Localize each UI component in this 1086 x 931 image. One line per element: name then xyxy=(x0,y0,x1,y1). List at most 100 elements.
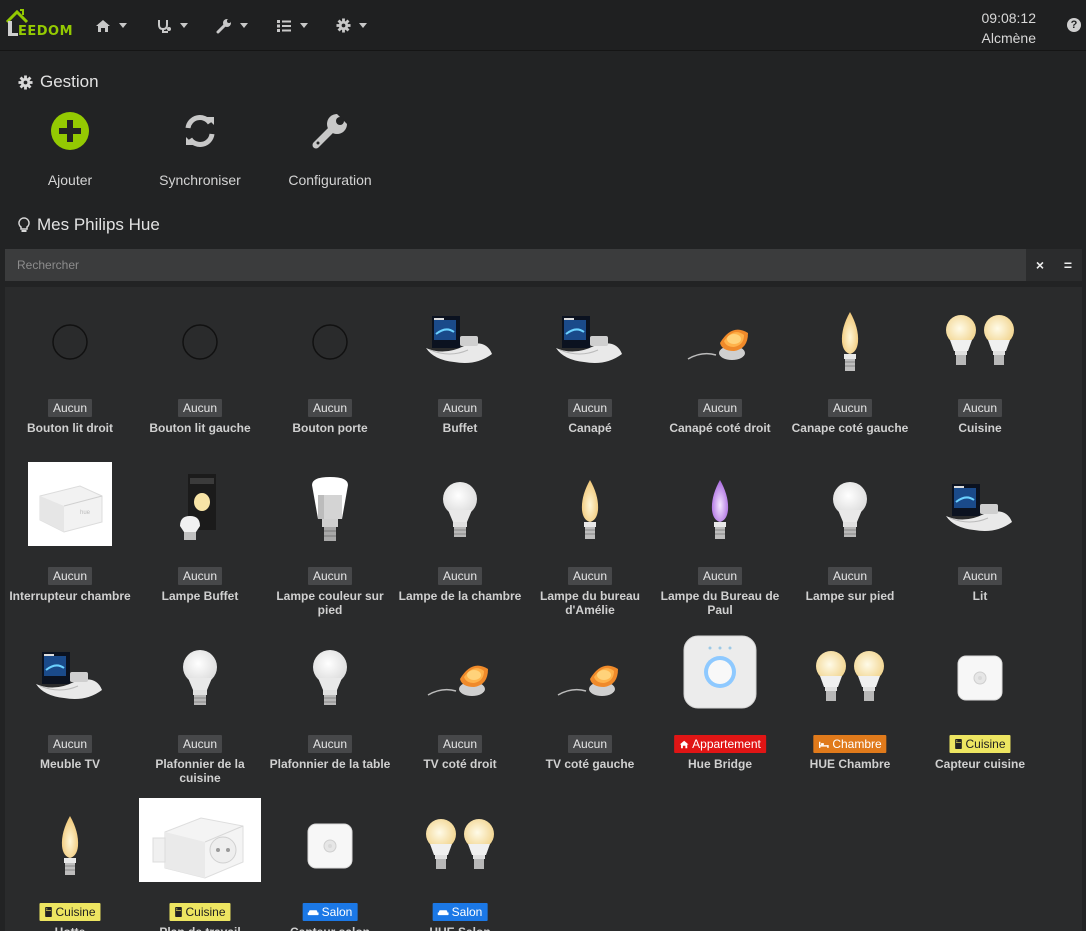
equipment-name: Capteur cuisine xyxy=(934,757,1026,771)
room-badge-label: Aucun xyxy=(702,569,738,583)
bed-icon xyxy=(818,736,829,754)
menu-settings[interactable] xyxy=(336,0,367,51)
equipment-name: Hue Bridge xyxy=(687,757,752,771)
equipment-name: Bouton lit droit xyxy=(27,421,113,435)
refresh-icon xyxy=(185,115,215,147)
configuration-label: Configuration xyxy=(288,172,372,188)
equipment-name: Bouton porte xyxy=(292,421,368,435)
equipment-name: Lampe de la chambre xyxy=(398,589,522,603)
room-badge-label: Aucun xyxy=(572,737,608,751)
room-badge: Aucun xyxy=(957,567,1003,585)
lightstrip-box-icon xyxy=(915,465,1045,555)
room-badge: Aucun xyxy=(567,735,613,753)
white-bulb-icon xyxy=(395,465,525,555)
user-name[interactable]: Alcmène xyxy=(982,28,1036,48)
wrench-icon xyxy=(216,18,231,33)
equipment-name: Lampe du bureau d'Amélie xyxy=(539,589,640,617)
room-badge: Aucun xyxy=(827,399,873,417)
brand-text: EEDOM xyxy=(18,24,74,39)
room-badge: Appartement xyxy=(674,735,766,753)
room-badge-label: Aucun xyxy=(442,737,478,751)
fridge-icon xyxy=(174,904,182,922)
motion-sensor-icon xyxy=(915,633,1045,723)
help-icon[interactable]: ? xyxy=(1067,18,1081,32)
sync-button[interactable]: Synchroniser xyxy=(140,106,260,192)
clear-search-button[interactable]: × xyxy=(1026,249,1054,281)
toggle-view-button[interactable]: = xyxy=(1054,249,1082,281)
smart-plug-icon xyxy=(135,795,265,885)
fridge-icon xyxy=(44,904,52,922)
room-badge: Aucun xyxy=(827,567,873,585)
room-badge: Chambre xyxy=(813,735,887,754)
equipment-name: Buffet xyxy=(442,421,478,435)
room-badge: Aucun xyxy=(437,399,483,417)
clock-time: 09:08:12 xyxy=(981,10,1037,26)
equipment-name: HUE Chambre xyxy=(809,757,891,771)
room-badge: Aucun xyxy=(567,567,613,585)
lightstrip-box-icon xyxy=(395,297,525,387)
room-badge-label: Aucun xyxy=(962,401,998,415)
room-badge-label: Aucun xyxy=(182,737,218,751)
equipment-name: Canapé coté droit xyxy=(669,421,771,435)
equipment-name: Canapé xyxy=(568,421,612,435)
double-bulb-icon xyxy=(395,801,525,891)
jeedom-logo[interactable]: EEDOM xyxy=(4,6,84,46)
lightbulb-icon xyxy=(18,217,30,232)
room-badge-label: Salon xyxy=(321,905,353,919)
room-badge: Salon xyxy=(432,903,488,922)
bloom-lamp-icon xyxy=(655,297,785,387)
equipment-name: Plafonnier de la table xyxy=(269,757,391,771)
room-badge-label: Aucun xyxy=(572,569,608,583)
menu-home[interactable] xyxy=(95,0,127,51)
top-navbar: EEDOM 09:08:12 Alcmène ? xyxy=(0,0,1086,51)
sync-label: Synchroniser xyxy=(159,172,241,188)
room-badge: Cuisine xyxy=(39,903,101,922)
chevron-down-icon xyxy=(359,23,367,28)
equipment-name: Lit xyxy=(972,589,988,603)
configuration-button[interactable]: Configuration xyxy=(270,106,390,192)
motion-sensor-icon xyxy=(265,801,395,891)
room-badge-label: Cuisine xyxy=(185,905,226,919)
sofa-icon xyxy=(307,904,319,922)
menu-analysis[interactable] xyxy=(156,0,188,51)
purple-candle-bulb-icon xyxy=(655,465,785,555)
devices-title: Mes Philips Hue xyxy=(18,215,160,235)
room-badge: Aucun xyxy=(177,567,223,585)
room-badge: Cuisine xyxy=(169,903,231,922)
sofa-icon xyxy=(437,904,449,922)
chevron-down-icon xyxy=(240,23,248,28)
search-input[interactable] xyxy=(5,249,1025,281)
white-bulb-icon xyxy=(265,633,395,723)
room-badge-label: Appartement xyxy=(692,737,761,751)
room-badge-label: Aucun xyxy=(312,401,348,415)
equipment-name: Plafonnier de la cuisine xyxy=(155,757,245,785)
br30-bulb-icon xyxy=(265,465,395,555)
white-bulb-icon xyxy=(135,633,265,723)
candle-bulb-icon xyxy=(525,465,655,555)
gestion-title: Gestion xyxy=(18,72,99,92)
clock-user-block: 09:08:12 Alcmène xyxy=(982,8,1037,48)
room-badge: Aucun xyxy=(957,399,1003,417)
room-badge-label: Salon xyxy=(451,905,483,919)
room-badge-label: Aucun xyxy=(702,401,738,415)
room-badge-label: Aucun xyxy=(962,569,998,583)
equipment-name: Lampe sur pied xyxy=(805,589,895,603)
chevron-down-icon xyxy=(119,23,127,28)
equipment-name: Plan de travail xyxy=(135,925,265,931)
room-badge: Aucun xyxy=(437,567,483,585)
add-device-label: Ajouter xyxy=(47,172,93,188)
menu-plugins[interactable] xyxy=(276,0,308,51)
equipment-name: Meuble TV xyxy=(39,757,100,771)
equipment-name: Interrupteur chambre xyxy=(9,589,131,603)
room-badge-label: Aucun xyxy=(312,569,348,583)
room-badge-label: Aucun xyxy=(182,401,218,415)
svg-text:hue: hue xyxy=(80,510,91,516)
room-badge-label: Cuisine xyxy=(55,905,96,919)
plus-circle-icon xyxy=(51,112,89,150)
hue-bridge-icon xyxy=(655,627,785,717)
room-badge: Aucun xyxy=(307,735,353,753)
room-badge-label: Aucun xyxy=(182,569,218,583)
menu-tools[interactable] xyxy=(216,0,248,51)
candle-bulb-icon xyxy=(5,801,135,891)
add-device-button[interactable]: Ajouter xyxy=(10,106,130,192)
